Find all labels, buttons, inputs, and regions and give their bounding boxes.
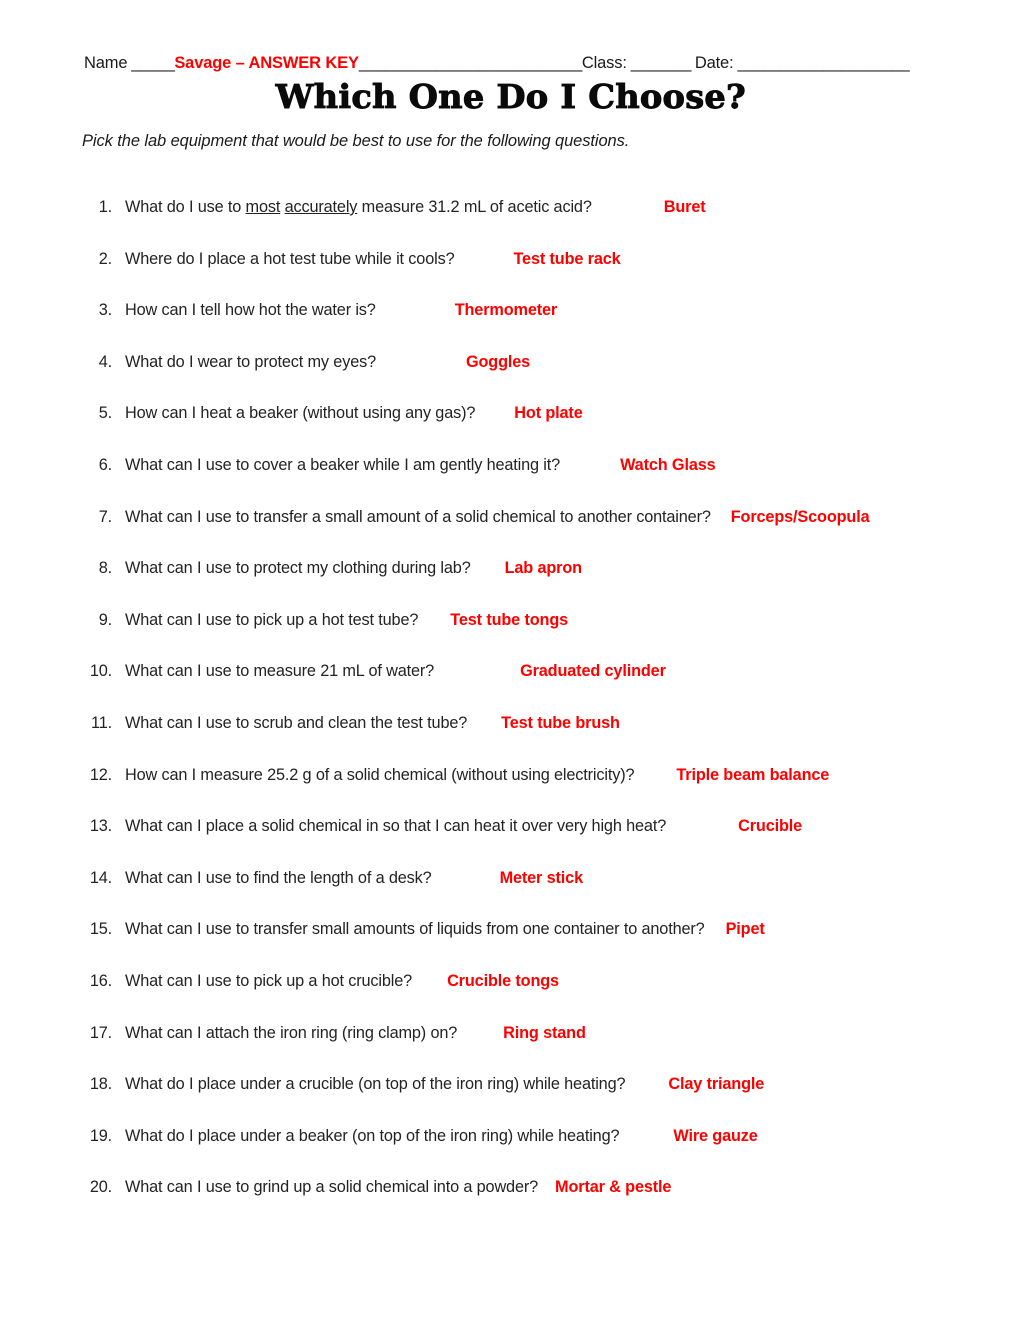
question-text: How can I heat a beaker (without using a… (125, 404, 476, 423)
question-row: 16. What can I use to pick up a hot cruci… (84, 970, 960, 1022)
question-row: 19. What do I place under a beaker (on to… (84, 1125, 960, 1177)
student-info-line: Name _____Savage – ANSWER KEY____________… (84, 52, 960, 76)
emphasis-most: most (245, 198, 281, 216)
question-number: 3. (98, 301, 112, 320)
answer-text: Buret (663, 198, 706, 216)
question-row: 18. What do I place under a crucible (on … (84, 1073, 960, 1125)
question-text: What do I wear to protect my eyes? (125, 352, 376, 371)
answer-text: Test tube tongs (450, 610, 569, 629)
question-number: 1. (98, 198, 112, 216)
instruction-text: Pick the lab equipment that would be bes… (82, 132, 630, 150)
answer-text: Goggles (466, 352, 531, 371)
question-row: 15. What can I use to transfer small amou… (84, 918, 960, 970)
answer-text: Test tube brush (501, 713, 620, 732)
class-label: Class: (581, 54, 627, 72)
answer-text: Watch Glass (620, 455, 716, 474)
question-row: 6. What can I use to cover a beaker while… (84, 454, 960, 506)
question-row: 12. How can I measure 25.2 g of a solid c… (84, 764, 960, 816)
question-row: 5. How can I heat a beaker (without using… (84, 402, 960, 454)
question-row: 7. What can I use to transfer a small amo… (84, 506, 960, 558)
answer-text: Ring stand (503, 1023, 586, 1042)
question-number: 16. (89, 971, 112, 990)
question-text: What do I use to most accurately measure… (125, 198, 592, 216)
answer-text: Pipet (725, 920, 765, 939)
answer-text: Thermometer (454, 301, 558, 320)
date-underscores: ____________________ (737, 54, 910, 72)
question-text: What can I use to protect my clothing du… (125, 559, 471, 578)
answer-text: Forceps/Scoopula (730, 507, 870, 526)
question-number: 17. (89, 1023, 112, 1042)
question-number: 5. (98, 404, 112, 423)
question-number: 10. (89, 662, 112, 681)
answer-text: Meter stick (499, 868, 584, 887)
question-number: 18. (89, 1075, 112, 1094)
question-number: 20. (89, 1178, 112, 1197)
answer-text: Mortar & pestle (555, 1178, 672, 1197)
question-text: What can I use to cover a beaker while I… (125, 455, 561, 474)
question-text: How can I tell how hot the water is? (125, 301, 376, 320)
question-text: What can I use to find the length of a d… (125, 868, 432, 887)
question-number: 14. (89, 868, 112, 887)
question-number: 7. (98, 507, 112, 526)
answer-text: Graduated cylinder (520, 662, 666, 681)
question-text: What can I use to measure 21 mL of water… (125, 662, 435, 681)
question-text: What can I use to transfer a small amoun… (125, 507, 711, 526)
question-row: 13. What can I place a solid chemical in … (84, 815, 960, 867)
question-row: 10. What can I use to measure 21 mL of wa… (84, 660, 960, 712)
answer-text: Test tube rack (513, 249, 621, 268)
student-name-answer: Savage – ANSWER KEY (174, 54, 359, 72)
question-text: What can I use to scrub and clean the te… (125, 713, 468, 732)
question-number: 2. (98, 249, 112, 268)
question-text: What can I attach the iron ring (ring cl… (125, 1023, 458, 1042)
question-text: What can I use to transfer small amounts… (125, 920, 705, 939)
question-text: What do I place under a beaker (on top o… (125, 1126, 620, 1145)
question-text: What can I use to pick up a hot test tub… (125, 610, 419, 629)
question-row: 11. What can I use to scrub and clean the… (84, 712, 960, 764)
question-text: How can I measure 25.2 g of a solid chem… (125, 765, 635, 784)
answer-text: Crucible (738, 817, 803, 836)
name-underscores-before: _____ (131, 54, 175, 72)
question-number: 6. (98, 455, 112, 474)
answer-text: Wire gauze (673, 1126, 758, 1145)
question-text: What do I place under a crucible (on top… (125, 1075, 626, 1094)
question-text: Where do I place a hot test tube while i… (125, 249, 455, 268)
question-row: 2. Where do I place a hot test tube while… (84, 248, 960, 300)
date-label: Date: (694, 54, 734, 72)
answer-text: Clay triangle (668, 1075, 765, 1094)
name-underscores-after: __________________________ (358, 54, 583, 72)
question-row: 3. How can I tell how hot the water is? Th… (84, 299, 960, 351)
question-text: What can I use to grind up a solid chemi… (125, 1178, 539, 1197)
answer-text: Hot plate (514, 404, 583, 423)
question-number: 12. (89, 765, 112, 784)
question-text: What can I use to pick up a hot crucible… (125, 971, 413, 990)
worksheet-page: Name _____Savage – ANSWER KEY____________… (0, 0, 1020, 1320)
question-number: 8. (98, 559, 112, 578)
name-label: Name (84, 54, 128, 72)
question-row: 4. What do I wear to protect my eyes? Gogg… (84, 351, 960, 403)
answer-text: Crucible tongs (447, 971, 559, 990)
question-number: 15. (89, 920, 112, 939)
question-row: 1. What do I use to most accurately measu… (84, 196, 960, 248)
answer-text: Lab apron (504, 559, 583, 578)
question-number: 13. (89, 817, 112, 836)
question-row: 14. What can I use to find the length of … (84, 867, 960, 919)
question-row: 20. What can I use to grind up a solid ch… (84, 1176, 960, 1228)
question-list: 1. What do I use to most accurately measu… (84, 196, 960, 1228)
question-number: 4. (98, 352, 112, 371)
question-row: 9. What can I use to pick up a hot test t… (84, 609, 960, 661)
emphasis-accurately: accurately (284, 198, 358, 216)
question-row: 17. What can I attach the iron ring (ring… (84, 1022, 960, 1074)
class-underscores: _______ (630, 54, 692, 72)
question-number: 11. (91, 713, 112, 732)
question-row: 8. What can I use to protect my clothing … (84, 557, 960, 609)
page-title: Which One Do I Choose? (275, 77, 746, 116)
answer-text: Triple beam balance (676, 765, 830, 784)
question-text: What can I place a solid chemical in so … (125, 817, 667, 836)
question-number: 9. (98, 610, 112, 629)
question-number: 19. (89, 1126, 112, 1145)
